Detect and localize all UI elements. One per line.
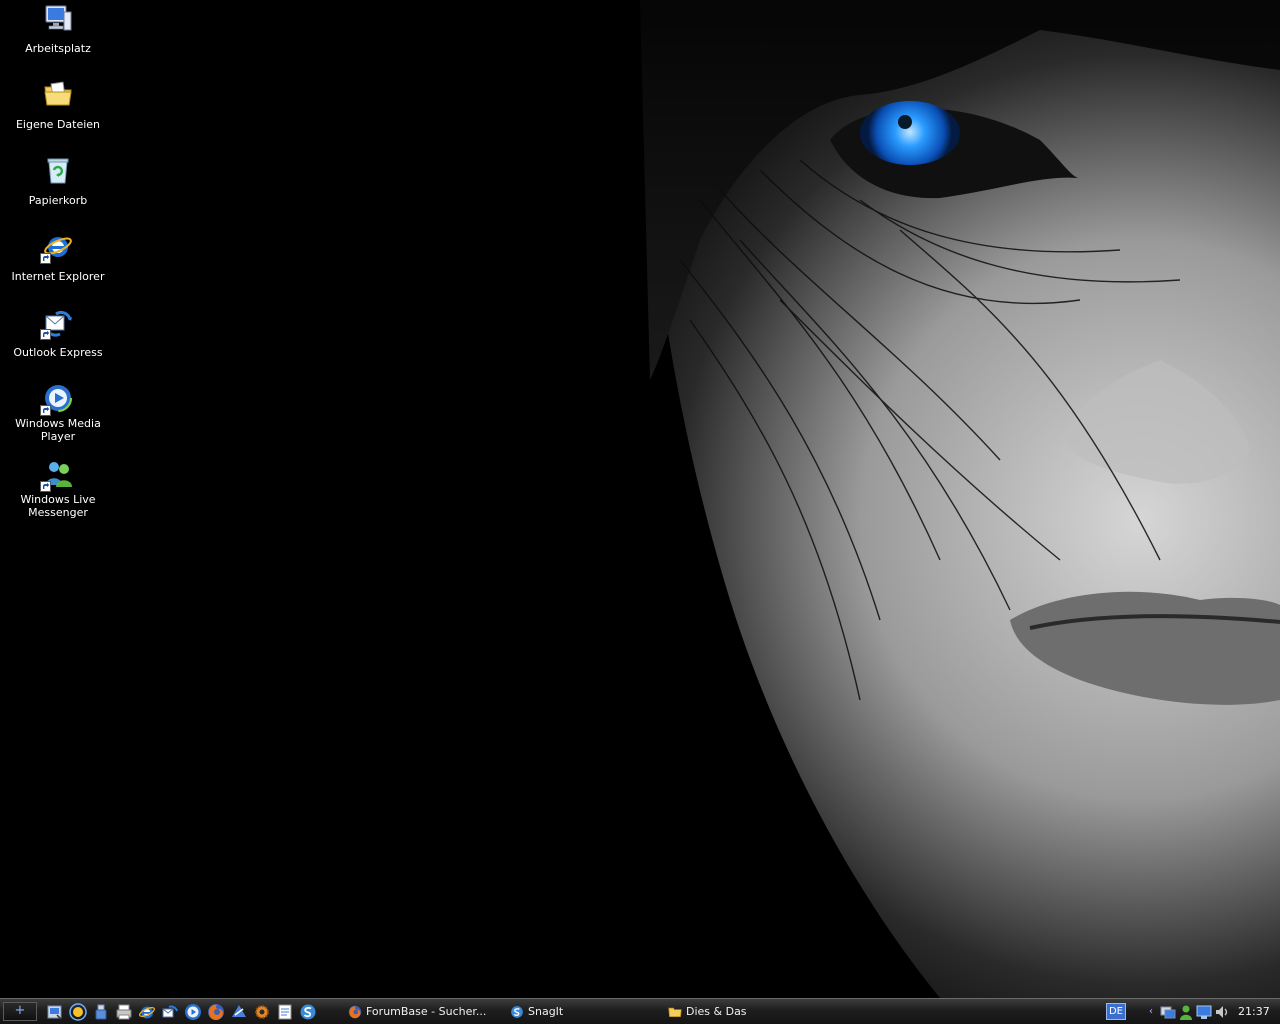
windows-media-player-icon [40,382,74,416]
shortcut-arrow-icon [40,405,51,416]
desktop-icon-internet-explorer[interactable]: Internet Explorer [2,230,114,284]
desktop-icon-outlook-express[interactable]: Outlook Express [2,306,114,360]
folder-icon [668,1005,682,1019]
desktop-icon-windows-live-messenger[interactable]: Windows Live Messenger [2,458,114,520]
program-icon[interactable] [230,1003,248,1021]
shortcut-arrow-icon [40,329,51,340]
recycle-bin-icon [42,154,74,186]
usb-icon[interactable] [92,1003,110,1021]
tray-expand-button[interactable]: ‹ [1146,1006,1156,1017]
desktop[interactable]: Arbeitsplatz Eigene Dateien Papierkorb Inte… [0,0,1280,998]
task-button-label: SnagIt [528,1005,564,1018]
desktop-icon-label: Windows Live Messenger [20,493,96,519]
outlook-express-icon[interactable] [161,1003,179,1021]
desktop-icon-label: Outlook Express [13,346,103,359]
language-indicator[interactable]: DE [1106,1003,1126,1020]
desktop-icon-papierkorb[interactable]: Papierkorb [2,154,114,208]
network-icon[interactable] [1160,1004,1176,1020]
my-computer-icon [42,2,74,34]
wallpaper-image [0,0,1280,998]
system-tray: ‹ 21:37 [1146,1002,1280,1021]
task-button-dies-das[interactable]: Dies & Das [668,1002,828,1021]
shortcut-arrow-icon [40,253,51,264]
internet-explorer-icon [40,230,74,264]
start-button[interactable]: + [3,1002,37,1021]
clock[interactable]: 21:37 [1238,1005,1270,1018]
taskbar: + ForumBase - Sucher... SnagIt Dies & Das … [0,998,1280,1024]
printer-icon[interactable] [115,1003,133,1021]
desktop-icon-eigene-dateien[interactable]: Eigene Dateien [2,78,114,132]
snagit-icon[interactable] [299,1003,317,1021]
media-player-icon[interactable] [184,1003,202,1021]
desktop-icon-label: Eigene Dateien [15,118,101,131]
messenger-icon[interactable] [1178,1004,1194,1020]
task-button-snagit[interactable]: SnagIt [510,1002,650,1021]
task-button-label: Dies & Das [686,1005,747,1018]
shortcut-arrow-icon [40,481,51,492]
display-icon[interactable] [1196,1004,1212,1020]
gear-icon[interactable] [253,1003,271,1021]
volume-icon[interactable] [1214,1004,1230,1020]
task-button-forumbase-sucher[interactable]: ForumBase - Sucher... [348,1002,498,1021]
show-desktop-icon[interactable] [46,1003,64,1021]
windows-live-messenger-icon [40,458,74,492]
sun-icon[interactable] [69,1003,87,1021]
desktop-icon-arbeitsplatz[interactable]: Arbeitsplatz [2,2,114,56]
desktop-icon-windows-media-player[interactable]: Windows Media Player [2,382,114,444]
snagit-icon [510,1005,524,1019]
my-documents-folder-icon [42,78,74,110]
desktop-icon-label: Arbeitsplatz [25,42,91,55]
outlook-express-icon [40,306,74,340]
tray-icons [1160,1004,1232,1020]
notepad-icon[interactable] [276,1003,294,1021]
task-button-label: ForumBase - Sucher... [366,1005,487,1018]
desktop-icon-label: Internet Explorer [11,270,105,283]
desktop-icon-label: Papierkorb [28,194,88,207]
firefox-icon[interactable] [207,1003,225,1021]
internet-explorer-icon[interactable] [138,1003,156,1021]
firefox-icon [348,1005,362,1019]
quick-launch-toolbar [46,1003,317,1021]
desktop-icon-label: Windows Media Player [15,417,101,443]
